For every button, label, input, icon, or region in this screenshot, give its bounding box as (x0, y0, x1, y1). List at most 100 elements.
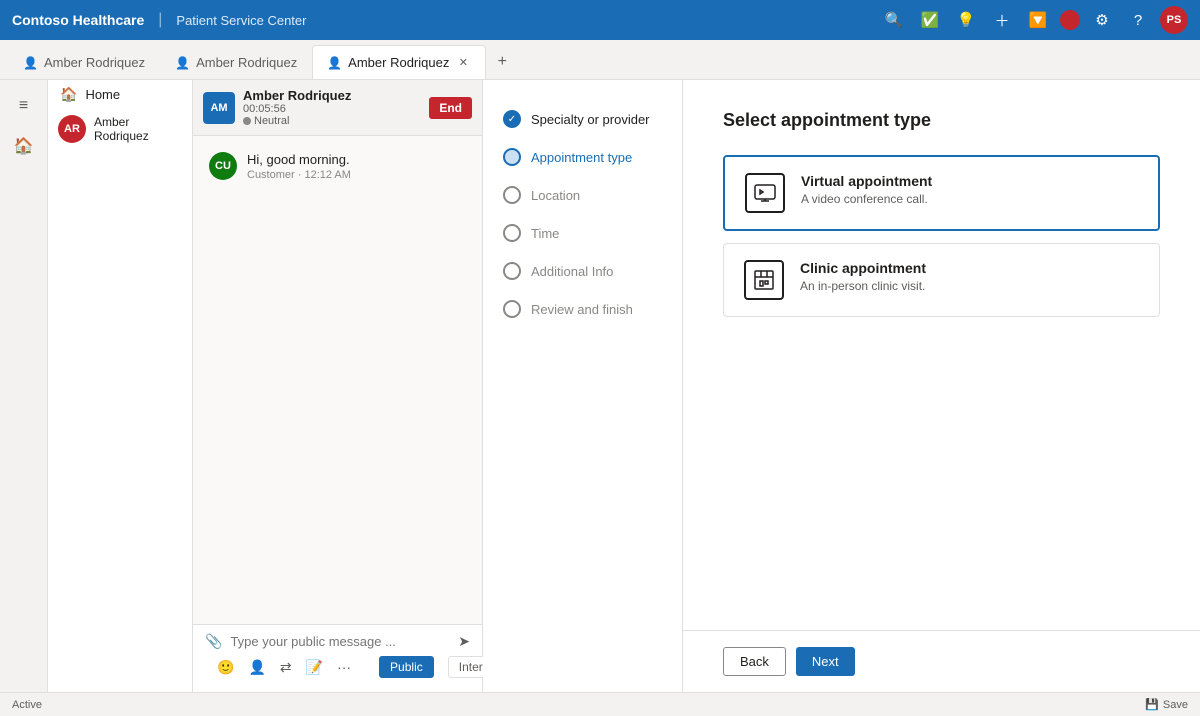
clinic-appointment-card[interactable]: Clinic appointment An in-person clinic v… (723, 243, 1160, 317)
help-icon[interactable]: ? (1124, 6, 1152, 34)
sidebar-item-home[interactable]: 🏠 Home (48, 80, 192, 109)
chat-input-area: 📎 ➤ 🙂 👤 ⇄ 📝 ··· Public Internal (193, 624, 482, 692)
hamburger-menu-icon[interactable]: ≡ (6, 88, 42, 124)
sidebar-nav: ≡ 🏠 (0, 80, 48, 692)
clinic-appointment-desc: An in-person clinic visit. (800, 279, 926, 293)
wizard-panel: ✓ Specialty or provider Appointment type… (483, 80, 683, 692)
status-dot (243, 117, 251, 125)
notification-badge[interactable] (1060, 10, 1080, 30)
send-icon[interactable]: ➤ (458, 633, 470, 650)
chat-bubble-avatar: CU (209, 152, 237, 180)
tab-1-label: Amber Rodriquez (44, 55, 145, 70)
agent-item[interactable]: AR Amber Rodriquez (48, 109, 192, 149)
user-avatar[interactable]: PS (1160, 6, 1188, 34)
chat-message: CU Hi, good morning. Customer · 12:12 AM (209, 152, 466, 181)
tab-3[interactable]: 👤 Amber Rodriquez ✕ (312, 45, 486, 79)
content-area: Select appointment type Virtual appointm… (683, 80, 1200, 692)
caller-name: Amber Rodriquez (243, 88, 421, 103)
plus-icon[interactable]: ＋ (988, 6, 1016, 34)
tab-3-icon: 👤 (327, 56, 342, 70)
step-specialty-circle: ✓ (503, 110, 521, 128)
clinic-appointment-title: Clinic appointment (800, 260, 926, 276)
chat-input-row: 📎 ➤ (205, 633, 470, 650)
settings-icon[interactable]: ⚙ (1088, 6, 1116, 34)
step-location-circle (503, 186, 521, 204)
brand-divider: | (158, 11, 162, 29)
more-icon[interactable]: ··· (337, 659, 351, 675)
person-icon[interactable]: 👤 (248, 659, 265, 676)
home-label: Home (85, 87, 120, 102)
home-nav-icon[interactable]: 🏠 (6, 128, 42, 164)
public-visibility-button[interactable]: Public (379, 656, 434, 678)
chat-bubble-content: Hi, good morning. Customer · 12:12 AM (247, 152, 351, 181)
caller-avatar: AM (203, 92, 235, 124)
back-button[interactable]: Back (723, 647, 786, 676)
tab-3-close-icon[interactable]: ✕ (455, 55, 471, 71)
tab-2-label: Amber Rodriquez (196, 55, 297, 70)
step-time-circle (503, 224, 521, 242)
lightbulb-icon[interactable]: 💡 (952, 6, 980, 34)
step-time-label: Time (531, 226, 559, 241)
main-content: ≡ 🏠 🏠 Home AR Amber Rodriquez AM Amber R… (0, 80, 1200, 692)
chat-message-meta: Customer · 12:12 AM (247, 169, 351, 181)
agent-avatar: AR (58, 115, 86, 143)
agent-sidebar: 🏠 Home AR Amber Rodriquez (48, 80, 193, 692)
call-status-label: Neutral (254, 115, 289, 127)
check-circle-icon[interactable]: ✅ (916, 6, 944, 34)
tab-3-label: Amber Rodriquez (348, 55, 449, 70)
save-button[interactable]: 💾 Save (1145, 698, 1188, 711)
step-additional-circle (503, 262, 521, 280)
step-specialty[interactable]: ✓ Specialty or provider (483, 100, 682, 138)
end-call-button[interactable]: End (429, 97, 472, 119)
step-location-label: Location (531, 188, 580, 203)
step-time[interactable]: Time (483, 214, 682, 252)
note-icon[interactable]: 📝 (306, 659, 323, 676)
call-status: Neutral (243, 115, 421, 127)
call-panel: AM Amber Rodriquez 00:05:56 Neutral End … (193, 80, 483, 692)
call-header: AM Amber Rodriquez 00:05:56 Neutral End (193, 80, 482, 136)
statusbar: Active 💾 Save (0, 692, 1200, 716)
action-bar: Back Next (683, 630, 1200, 692)
clinic-appointment-icon (744, 260, 784, 300)
tab-1[interactable]: 👤 Amber Rodriquez (8, 45, 160, 79)
step-appointment-label: Appointment type (531, 150, 632, 165)
chat-input[interactable] (230, 634, 450, 649)
virtual-appointment-desc: A video conference call. (801, 192, 932, 206)
tab-2-icon: 👤 (175, 56, 190, 70)
new-tab-button[interactable]: + (486, 45, 518, 79)
step-specialty-label: Specialty or provider (531, 112, 650, 127)
topbar: Contoso Healthcare | Patient Service Cen… (0, 0, 1200, 40)
save-label: Save (1163, 699, 1188, 711)
section-title: Select appointment type (723, 110, 1160, 131)
search-icon[interactable]: 🔍 (880, 6, 908, 34)
step-appointment[interactable]: Appointment type (483, 138, 682, 176)
agent-name: Amber Rodriquez (94, 115, 182, 143)
attach-icon[interactable]: 📎 (205, 633, 222, 650)
virtual-appointment-card[interactable]: Virtual appointment A video conference c… (723, 155, 1160, 231)
save-icon: 💾 (1145, 698, 1159, 711)
step-additional[interactable]: Additional Info (483, 252, 682, 290)
filter-icon[interactable]: 🔽 (1024, 6, 1052, 34)
app-brand: Contoso Healthcare (12, 12, 144, 28)
transfer-icon[interactable]: ⇄ (280, 659, 292, 676)
chat-panel: CU Hi, good morning. Customer · 12:12 AM… (193, 136, 482, 692)
virtual-appointment-text: Virtual appointment A video conference c… (801, 173, 932, 206)
appointment-content: Select appointment type Virtual appointm… (683, 80, 1200, 630)
home-icon: 🏠 (60, 86, 77, 103)
tab-2[interactable]: 👤 Amber Rodriquez (160, 45, 312, 79)
chat-message-text: Hi, good morning. (247, 152, 351, 167)
step-review-circle (503, 300, 521, 318)
step-additional-label: Additional Info (531, 264, 613, 279)
next-button[interactable]: Next (796, 647, 855, 676)
tabbar: 👤 Amber Rodriquez 👤 Amber Rodriquez 👤 Am… (0, 40, 1200, 80)
call-info: Amber Rodriquez 00:05:56 Neutral (243, 88, 421, 127)
virtual-appointment-title: Virtual appointment (801, 173, 932, 189)
clinic-appointment-text: Clinic appointment An in-person clinic v… (800, 260, 926, 293)
emoji-icon[interactable]: 🙂 (217, 659, 234, 676)
call-timer: 00:05:56 (243, 103, 421, 115)
step-location[interactable]: Location (483, 176, 682, 214)
step-appointment-circle (503, 148, 521, 166)
app-subtitle: Patient Service Center (176, 13, 306, 28)
step-review-label: Review and finish (531, 302, 633, 317)
step-review[interactable]: Review and finish (483, 290, 682, 328)
